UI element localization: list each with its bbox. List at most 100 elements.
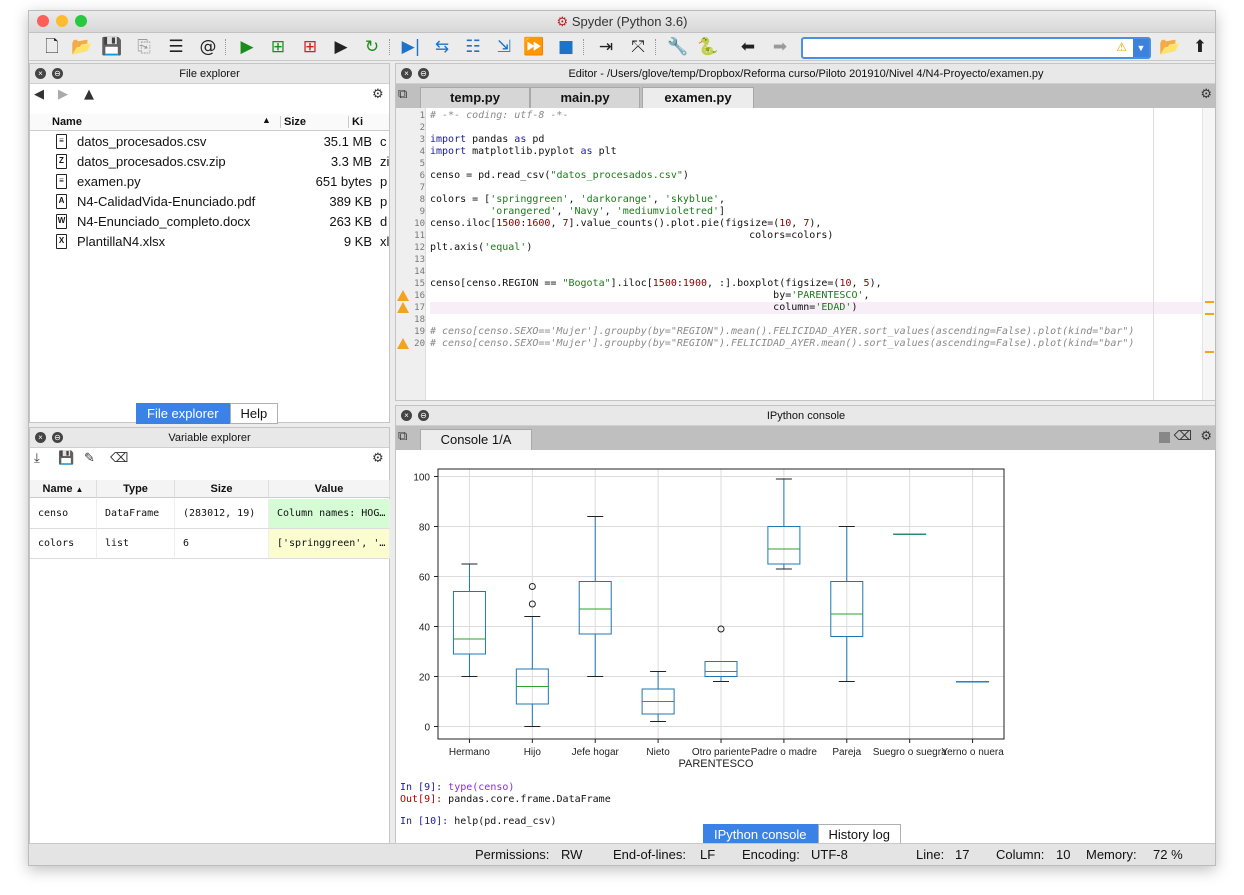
working-directory-input[interactable]: ⚠ ▼ xyxy=(801,37,1151,59)
warning-icon[interactable] xyxy=(397,302,409,313)
code-line[interactable]: 2 xyxy=(396,122,1215,134)
file-row[interactable]: ≡ datos_procesados.csv 35.1 MB c xyxy=(30,132,390,152)
tab-help[interactable]: Help xyxy=(229,403,279,424)
kind-column-header[interactable]: Ki xyxy=(348,116,363,128)
gear-icon[interactable]: ⚙ xyxy=(1200,428,1212,446)
code-line[interactable]: 9 'orangered', 'Navy', 'mediumvioletred'… xyxy=(396,206,1215,218)
file-row[interactable]: W N4-Enunciado_completo.docx 263 KB d xyxy=(30,212,390,232)
undock-pane-icon[interactable]: ⊖ xyxy=(418,410,429,421)
code-line[interactable]: 20 # censo[censo.SEXO=='Mujer'].groupby(b… xyxy=(396,338,1215,350)
close-pane-icon[interactable]: × xyxy=(401,410,412,421)
tab-file-explorer[interactable]: File explorer xyxy=(136,403,230,424)
continue-icon[interactable]: ⏩ xyxy=(523,36,545,58)
code-line[interactable]: 10 censo.iloc[1500:1600, 7].value_counts(… xyxy=(396,218,1215,230)
open-file-icon[interactable]: 📂 xyxy=(71,36,93,58)
step-return-icon[interactable]: ⇲ xyxy=(493,36,515,58)
back-arrow-icon[interactable]: ⬅ xyxy=(737,36,759,58)
chevron-down-icon[interactable]: ▼ xyxy=(1133,39,1149,57)
file-row[interactable]: X PlantillaN4.xlsx 9 KB xl xyxy=(30,232,390,252)
undock-pane-icon[interactable]: ⊖ xyxy=(52,68,63,79)
code-line[interactable]: 8 colors = ['springgreen', 'darkorange', … xyxy=(396,194,1215,206)
code-line[interactable]: 13 xyxy=(396,254,1215,266)
debug-icon[interactable]: ▶| xyxy=(400,36,422,58)
code-line[interactable]: 16 by='PARENTESCO', xyxy=(396,290,1215,302)
import-data-icon[interactable]: ⤓ xyxy=(34,450,40,468)
undock-pane-icon[interactable]: ⊖ xyxy=(418,68,429,79)
step-into-icon[interactable]: ☷ xyxy=(462,36,484,58)
code-line[interactable]: 17 column='EDAD') xyxy=(396,302,1215,314)
close-window-button[interactable] xyxy=(37,15,49,27)
variable-value-cell[interactable]: Column names: HOG… xyxy=(269,499,390,529)
forward-arrow-icon[interactable]: ➡ xyxy=(769,36,791,58)
warning-icon[interactable] xyxy=(397,290,409,301)
code-line[interactable]: 6 censo = pd.read_csv("datos_procesados.c… xyxy=(396,170,1215,182)
variable-value-cell[interactable]: ['springgreen', '… xyxy=(269,529,390,559)
save-as-icon[interactable]: ✎ xyxy=(84,450,95,468)
tab-console-1a[interactable]: Console 1/A xyxy=(420,429,532,450)
code-line[interactable]: 12 plt.axis('equal') xyxy=(396,242,1215,254)
code-line[interactable]: 19 # censo[censo.SEXO=='Mujer'].groupby(b… xyxy=(396,326,1215,338)
minimize-window-button[interactable] xyxy=(56,15,68,27)
at-icon[interactable]: @ xyxy=(197,36,219,58)
stop-kernel-icon[interactable] xyxy=(1159,432,1170,443)
code-line[interactable]: 14 xyxy=(396,266,1215,278)
code-line[interactable]: 7 xyxy=(396,182,1215,194)
close-pane-icon[interactable]: × xyxy=(35,68,46,79)
python-path-icon[interactable]: 🐍 xyxy=(697,36,719,58)
browse-tabs-icon[interactable]: ⧉ xyxy=(398,86,407,104)
code-line[interactable]: 18 xyxy=(396,314,1215,326)
save-all-icon[interactable]: ⎘ xyxy=(133,36,155,58)
tab-history-log[interactable]: History log xyxy=(817,824,901,845)
column-header-type[interactable]: Type xyxy=(97,480,175,498)
close-pane-icon[interactable]: × xyxy=(35,432,46,443)
warning-icon[interactable] xyxy=(397,338,409,349)
name-column-header[interactable]: Name xyxy=(52,116,82,128)
maximize-pane-icon[interactable]: ⇥ xyxy=(595,36,617,58)
run-selection-icon[interactable]: ▶ xyxy=(330,36,352,58)
variable-size-cell[interactable]: 6 xyxy=(175,529,269,559)
size-column-header[interactable]: Size xyxy=(280,116,306,128)
code-line[interactable]: 5 xyxy=(396,158,1215,170)
file-row[interactable]: A N4-CalidadVida-Enunciado.pdf 389 KB p xyxy=(30,192,390,212)
variable-type-cell[interactable]: DataFrame xyxy=(97,499,175,529)
parent-dir-icon[interactable]: ⬆ xyxy=(1189,36,1211,58)
code-line[interactable]: 15 censo[censo.REGION == "Bogota"].iloc[1… xyxy=(396,278,1215,290)
tab-temp-py[interactable]: temp.py xyxy=(420,87,530,108)
save-data-icon[interactable]: 💾 xyxy=(58,450,74,468)
step-icon[interactable]: ⇆ xyxy=(431,36,453,58)
back-icon[interactable]: ◀ xyxy=(34,86,44,104)
code-line[interactable]: 1 # -*- coding: utf-8 -*- xyxy=(396,110,1215,122)
tab-main-py[interactable]: main.py xyxy=(530,87,640,108)
forward-icon[interactable]: ▶ xyxy=(58,86,68,104)
browse-folder-icon[interactable]: 📂 xyxy=(1159,36,1181,58)
tab-ipython-console[interactable]: IPython console xyxy=(703,824,818,845)
zoom-window-button[interactable] xyxy=(75,15,87,27)
list-icon[interactable]: ☰ xyxy=(165,36,187,58)
variable-size-cell[interactable]: (283012, 19) xyxy=(175,499,269,529)
eraser-icon[interactable]: ⌫ xyxy=(110,450,128,468)
column-header-size[interactable]: Size xyxy=(175,480,269,498)
wrench-icon[interactable]: 🔧 xyxy=(667,36,689,58)
tab-examen-py[interactable]: examen.py xyxy=(642,87,754,108)
run-icon[interactable]: ▶ xyxy=(236,36,258,58)
rerun-icon[interactable]: ↻ xyxy=(361,36,383,58)
fullscreen-icon[interactable]: ⤧ xyxy=(627,36,649,58)
variable-type-cell[interactable]: list xyxy=(97,529,175,559)
browse-tabs-icon[interactable]: ⧉ xyxy=(398,428,407,446)
eraser-icon[interactable]: ⌫ xyxy=(1174,428,1192,446)
column-header-value[interactable]: Value xyxy=(269,480,390,498)
up-icon[interactable]: ▲ xyxy=(84,86,94,104)
code-editor[interactable]: 1 # -*- coding: utf-8 -*- 2 3 import pandas … xyxy=(396,108,1215,400)
stop-icon[interactable]: ■ xyxy=(555,36,577,58)
new-file-icon[interactable]: 🗋 xyxy=(41,36,63,58)
save-icon[interactable]: 💾 xyxy=(101,36,123,58)
variable-name-cell[interactable]: colors xyxy=(30,529,97,559)
code-line[interactable]: 4 import matplotlib.pyplot as plt xyxy=(396,146,1215,158)
code-line[interactable]: 3 import pandas as pd xyxy=(396,134,1215,146)
undock-pane-icon[interactable]: ⊖ xyxy=(52,432,63,443)
code-line[interactable]: 11 colors=colors) xyxy=(396,230,1215,242)
console-output[interactable]: In [9]: type(censo) Out[9]: pandas.core.f… xyxy=(400,782,1200,827)
run-cell-icon[interactable]: ⊞ xyxy=(267,36,289,58)
column-header-name[interactable]: Name ▲ xyxy=(30,480,97,498)
file-row[interactable]: Zdatos_procesados.csv.zip 3.3 MB zi xyxy=(30,152,390,172)
